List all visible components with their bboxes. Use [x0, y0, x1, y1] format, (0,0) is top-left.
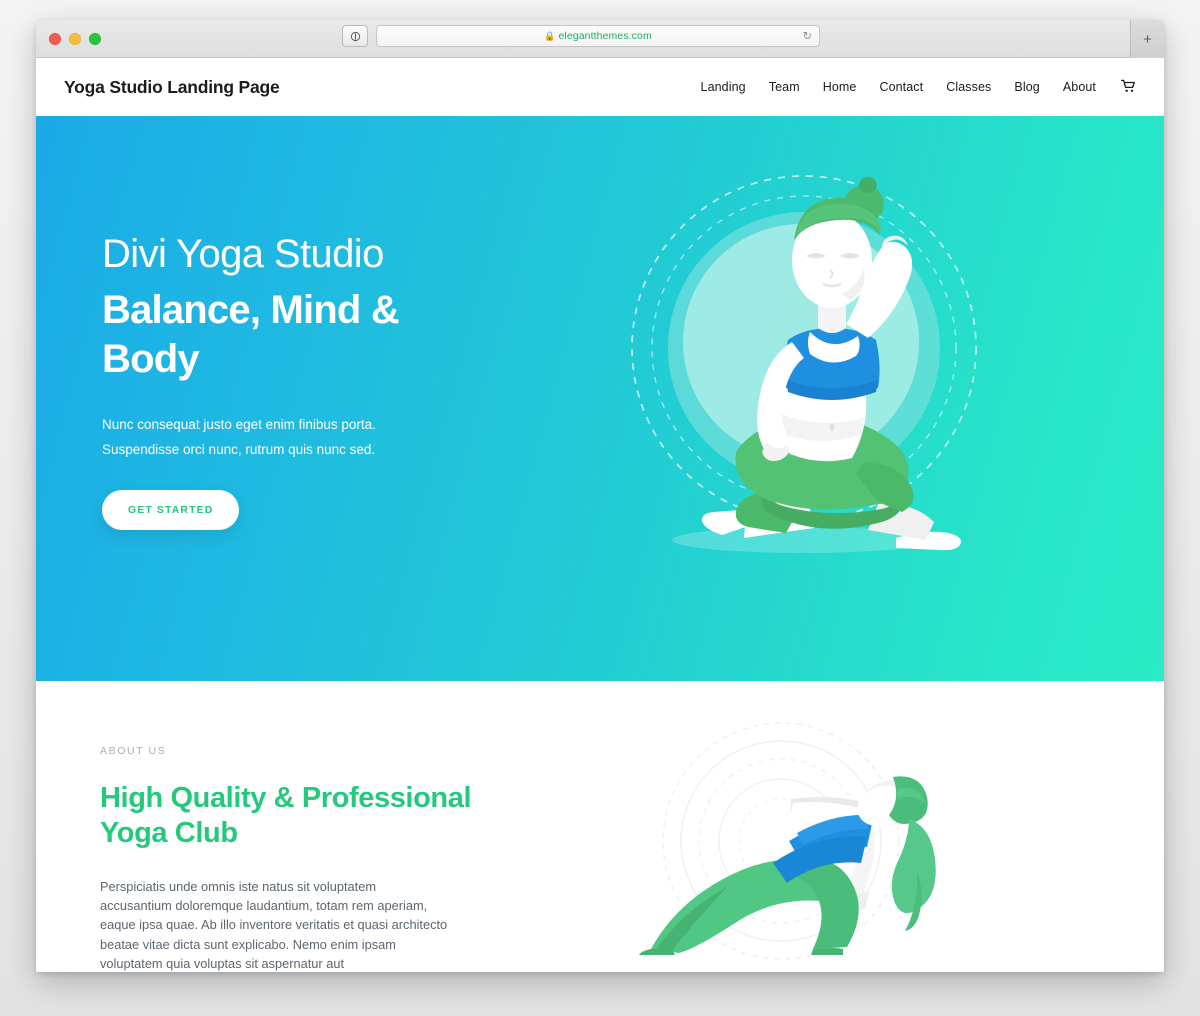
nav-item-home[interactable]: Home	[823, 80, 857, 94]
nav-item-about[interactable]: About	[1063, 80, 1096, 94]
minimize-window-button[interactable]	[69, 32, 81, 45]
nav-item-team[interactable]: Team	[769, 80, 800, 94]
desktop-background: 🔒 elegantthemes.com ↻ + Yoga Studio Land…	[0, 0, 1200, 1016]
nav-item-landing[interactable]: Landing	[701, 80, 746, 94]
nav-item-blog[interactable]: Blog	[1014, 80, 1039, 94]
lock-icon: 🔒	[544, 30, 556, 41]
url-text: 🔒 elegantthemes.com	[544, 30, 652, 42]
browser-toolbar: 🔒 elegantthemes.com ↻	[342, 25, 820, 47]
hero-illustration	[596, 152, 1016, 582]
close-window-button[interactable]	[49, 32, 61, 45]
site-logo[interactable]: Yoga Studio Landing Page	[64, 77, 280, 98]
about-illustration	[621, 711, 1021, 972]
site-header: Yoga Studio Landing Page Landing Team Ho…	[36, 58, 1164, 116]
nav-item-contact[interactable]: Contact	[879, 80, 923, 94]
hero-subtitle: Nunc consequat justo eget enim finibus p…	[102, 417, 376, 457]
shopping-cart-icon[interactable]	[1120, 79, 1136, 96]
about-eyebrow: ABOUT US	[100, 745, 167, 757]
about-title: High Quality & Professional Yoga Club	[100, 782, 472, 849]
browser-window: 🔒 elegantthemes.com ↻ + Yoga Studio Land…	[36, 20, 1164, 972]
hero-title-bold: Balance, Mind & Body	[102, 287, 400, 381]
zoom-window-button[interactable]	[89, 32, 101, 45]
new-tab-button[interactable]: +	[1130, 20, 1164, 58]
browser-titlebar: 🔒 elegantthemes.com ↻ +	[36, 20, 1164, 58]
address-bar[interactable]: 🔒 elegantthemes.com ↻	[376, 25, 820, 47]
nav-item-classes[interactable]: Classes	[946, 80, 991, 94]
hero-title-light: Divi Yoga Studio	[102, 231, 384, 276]
page-viewport: Yoga Studio Landing Page Landing Team Ho…	[36, 58, 1164, 972]
main-navigation: Landing Team Home Contact Classes Blog A…	[701, 79, 1136, 96]
shield-icon[interactable]	[342, 25, 368, 47]
about-copy: ABOUT US High Quality & Professional Yog…	[100, 681, 500, 972]
reload-icon[interactable]: ↻	[803, 30, 812, 43]
about-section: ABOUT US High Quality & Professional Yog…	[36, 681, 1164, 972]
hero-copy: Divi Yoga Studio Balance, Mind & Body Nu…	[100, 231, 500, 531]
window-controls	[49, 32, 101, 45]
hero-section: Divi Yoga Studio Balance, Mind & Body Nu…	[36, 116, 1164, 681]
about-body: Perspiciatis unde omnis iste natus sit v…	[100, 878, 448, 972]
url-value: elegantthemes.com	[558, 30, 652, 42]
get-started-button[interactable]: GET STARTED	[102, 490, 240, 531]
